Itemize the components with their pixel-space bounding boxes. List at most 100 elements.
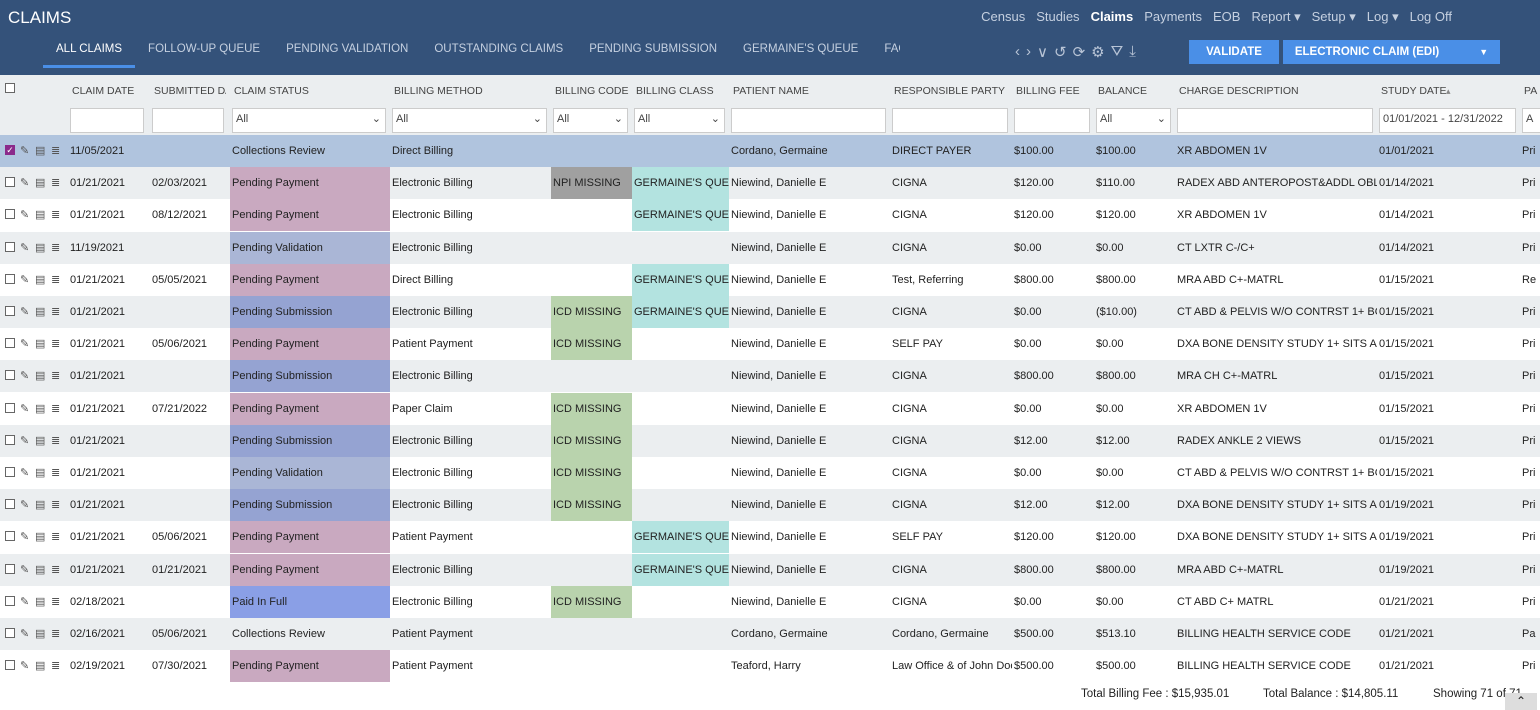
tab[interactable]: PENDING VALIDATION bbox=[273, 43, 421, 68]
document-icon[interactable]: ▤ bbox=[35, 176, 45, 189]
row-checkbox[interactable]: ✓ bbox=[5, 145, 15, 155]
document-icon[interactable]: ▤ bbox=[35, 530, 45, 543]
nav-item[interactable]: Report ▾ bbox=[1251, 9, 1300, 25]
nav-item[interactable]: Census bbox=[981, 9, 1025, 25]
table-row[interactable]: ✎ ▤ ≣ 01/21/2021 08/12/2021 Pending Payment El… bbox=[0, 199, 1540, 232]
column-header-label[interactable]: RESPONSIBLE PARTY bbox=[894, 85, 1010, 97]
list-icon[interactable]: ≣ bbox=[51, 595, 60, 608]
table-row[interactable]: ✎ ▤ ≣ 01/21/2021 05/05/2021 Pending Payment Di… bbox=[0, 263, 1540, 296]
list-icon[interactable]: ≣ bbox=[51, 466, 60, 479]
row-checkbox[interactable] bbox=[5, 531, 15, 542]
pencil-icon[interactable]: ✎ bbox=[20, 434, 29, 447]
filter-select[interactable]: All ⌄ bbox=[232, 108, 386, 133]
document-icon[interactable]: ▤ bbox=[35, 402, 45, 415]
list-icon[interactable]: ≣ bbox=[51, 627, 60, 640]
table-row[interactable]: ✓ ✎ ▤ ≣ 11/05/2021 Collections Review Direct B… bbox=[0, 135, 1540, 167]
refresh-icon[interactable]: ⟳ bbox=[1073, 43, 1086, 61]
document-icon[interactable]: ▤ bbox=[35, 273, 45, 286]
list-icon[interactable]: ≣ bbox=[51, 402, 60, 415]
gear-icon[interactable]: ⚙ bbox=[1091, 43, 1104, 61]
row-checkbox[interactable] bbox=[5, 209, 15, 220]
pencil-icon[interactable]: ✎ bbox=[20, 530, 29, 543]
column-header-label[interactable]: BILLING CODE bbox=[555, 85, 630, 97]
table-row[interactable]: ✎ ▤ ≣ 01/21/2021 02/03/2021 Pending Payment El… bbox=[0, 167, 1540, 200]
column-header-label[interactable]: CLAIM STATUS bbox=[234, 85, 388, 97]
column-header-label[interactable]: BALANCE bbox=[1098, 85, 1173, 97]
table-row[interactable]: ✎ ▤ ≣ 01/21/2021 07/21/2022 Pending Payment Pa… bbox=[0, 392, 1540, 425]
column-header-label[interactable]: BILLING CLASS bbox=[636, 85, 727, 97]
chevron-left-icon[interactable]: ‹ bbox=[1015, 43, 1020, 61]
nav-item[interactable]: Log Off bbox=[1410, 9, 1452, 25]
row-checkbox[interactable] bbox=[5, 402, 15, 413]
download-icon[interactable]: ⤓ bbox=[1129, 43, 1136, 61]
column-header-label[interactable]: BILLING FEE bbox=[1016, 85, 1092, 97]
row-checkbox[interactable] bbox=[5, 306, 15, 316]
row-checkbox[interactable] bbox=[5, 660, 15, 671]
row-checkbox[interactable] bbox=[5, 338, 15, 349]
row-checkbox[interactable] bbox=[5, 177, 15, 188]
filter-input[interactable] bbox=[152, 108, 224, 133]
list-icon[interactable]: ≣ bbox=[51, 563, 60, 576]
nav-item[interactable]: Studies bbox=[1036, 9, 1079, 25]
filter-select[interactable]: All ⌄ bbox=[1096, 108, 1171, 133]
nav-item[interactable]: Setup ▾ bbox=[1312, 9, 1356, 25]
table-row[interactable]: ✎ ▤ ≣ 01/21/2021 05/06/2021 Pending Payment Pa… bbox=[0, 328, 1540, 361]
column-header-label[interactable]: PA bbox=[1524, 85, 1538, 97]
nav-item[interactable]: Log ▾ bbox=[1367, 9, 1399, 25]
table-row[interactable]: ✎ ▤ ≣ 01/21/2021 01/21/2021 Pending Payment El… bbox=[0, 553, 1540, 586]
row-checkbox[interactable] bbox=[5, 273, 15, 284]
document-icon[interactable]: ▤ bbox=[35, 466, 45, 479]
column-header-label[interactable]: CHARGE DESCRIPTION bbox=[1179, 85, 1375, 97]
table-row[interactable]: ✎ ▤ ≣ 02/19/2021 07/30/2021 Pending Payment Pa… bbox=[0, 650, 1540, 683]
row-checkbox[interactable] bbox=[5, 241, 15, 252]
pencil-icon[interactable]: ✎ bbox=[20, 627, 29, 640]
validate-button[interactable]: VALIDATE bbox=[1189, 40, 1279, 64]
table-row[interactable]: ✎ ▤ ≣ 01/21/2021 Pending Validation Electroni… bbox=[0, 457, 1540, 489]
filter-input[interactable] bbox=[1177, 108, 1373, 133]
document-icon[interactable]: ▤ bbox=[35, 337, 45, 350]
nav-item[interactable]: Payments bbox=[1144, 9, 1202, 25]
pencil-icon[interactable]: ✎ bbox=[20, 144, 29, 157]
list-icon[interactable]: ≣ bbox=[51, 273, 60, 286]
list-icon[interactable]: ≣ bbox=[51, 144, 60, 157]
pencil-icon[interactable]: ✎ bbox=[20, 305, 29, 318]
select-all-checkbox[interactable] bbox=[5, 83, 15, 93]
document-icon[interactable]: ▤ bbox=[35, 434, 45, 447]
list-icon[interactable]: ≣ bbox=[51, 369, 60, 382]
column-header-label[interactable]: PATIENT NAME bbox=[733, 85, 888, 97]
row-checkbox[interactable] bbox=[5, 370, 15, 381]
document-icon[interactable]: ▤ bbox=[35, 369, 45, 382]
list-icon[interactable]: ≣ bbox=[51, 530, 60, 543]
pencil-icon[interactable]: ✎ bbox=[20, 337, 29, 350]
table-row[interactable]: ✎ ▤ ≣ 01/21/2021 05/06/2021 Pending Payment Pa… bbox=[0, 521, 1540, 554]
pencil-icon[interactable]: ✎ bbox=[20, 659, 29, 672]
pencil-icon[interactable]: ✎ bbox=[20, 208, 29, 221]
tab[interactable]: OUTSTANDING CLAIMS bbox=[421, 43, 576, 68]
tab[interactable]: FACILITY BILLING bbox=[871, 43, 900, 68]
table-row[interactable]: ✎ ▤ ≣ 01/21/2021 Pending Submission Electroni… bbox=[0, 360, 1540, 393]
pencil-icon[interactable]: ✎ bbox=[20, 402, 29, 415]
document-icon[interactable]: ▤ bbox=[35, 208, 45, 221]
document-icon[interactable]: ▤ bbox=[35, 595, 45, 608]
list-icon[interactable]: ≣ bbox=[51, 659, 60, 672]
list-icon[interactable]: ≣ bbox=[51, 208, 60, 221]
filter-input[interactable] bbox=[731, 108, 886, 133]
document-icon[interactable]: ▤ bbox=[35, 563, 45, 576]
table-row[interactable]: ✎ ▤ ≣ 01/21/2021 Pending Submission Electroni… bbox=[0, 296, 1540, 328]
filter-input[interactable]: 01/01/2021 - 12/31/2022 bbox=[1379, 108, 1516, 133]
filter-input[interactable] bbox=[1014, 108, 1090, 133]
row-checkbox[interactable] bbox=[5, 467, 15, 477]
table-row[interactable]: ✎ ▤ ≣ 02/16/2021 05/06/2021 Collections Revie… bbox=[0, 618, 1540, 650]
document-icon[interactable]: ▤ bbox=[35, 498, 45, 511]
tab[interactable]: PENDING SUBMISSION bbox=[576, 43, 730, 68]
pencil-icon[interactable]: ✎ bbox=[20, 466, 29, 479]
pencil-icon[interactable]: ✎ bbox=[20, 176, 29, 189]
chevron-right-icon[interactable]: › bbox=[1026, 43, 1031, 61]
document-icon[interactable]: ▤ bbox=[35, 659, 45, 672]
filter-input[interactable] bbox=[70, 108, 144, 133]
filter-select[interactable]: All ⌄ bbox=[634, 108, 725, 133]
list-icon[interactable]: ≣ bbox=[51, 176, 60, 189]
column-header-label[interactable]: CLAIM DATE bbox=[72, 85, 146, 97]
pencil-icon[interactable]: ✎ bbox=[20, 369, 29, 382]
filter-select[interactable]: All ⌄ bbox=[392, 108, 547, 133]
